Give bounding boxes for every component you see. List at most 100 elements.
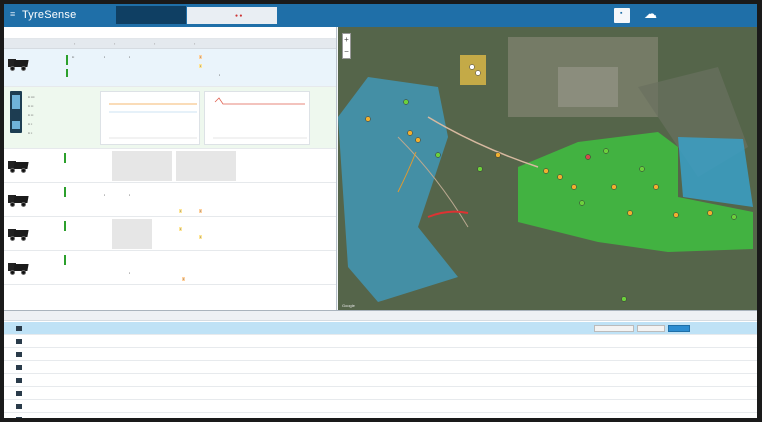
mine-map[interactable]: + − Google [338, 27, 757, 310]
acknowledge-button[interactable] [594, 325, 634, 332]
truck-marker [495, 152, 501, 158]
sensor-device-icon [10, 91, 22, 133]
truck-row[interactable]: ▪ ▪ [4, 217, 336, 251]
zoom-control: + − [342, 33, 351, 59]
tyre-cell-caution: ▪ [179, 209, 183, 213]
detail-label: ▪▪ ▪▪▪ [28, 95, 35, 99]
haul-truck-icon [8, 59, 29, 71]
info-button[interactable]: ▪ [614, 8, 630, 23]
section-header: ▪ ▪ ▪ ▪ [4, 39, 336, 49]
truck-marker [639, 166, 645, 172]
alert-dots: ● ● [235, 13, 243, 19]
detail-label: ▪▪ ▪ [28, 122, 33, 126]
tyre-cell: ▪ [104, 55, 106, 59]
detail-label: ▪▪ ▪ [28, 131, 33, 135]
cloud-icon[interactable]: ☁ [644, 7, 657, 21]
tyre-cell-caution: ▪ [179, 227, 183, 231]
truck-marker [673, 212, 679, 218]
view-button[interactable] [668, 325, 690, 332]
dismiss-button[interactable] [637, 325, 665, 332]
truck-row[interactable]: ▪ ▪ ▪ ▪ [4, 183, 336, 217]
row-type-icon [16, 404, 22, 409]
truck-marker [707, 210, 713, 216]
tyre-cell: ▪ [104, 193, 106, 197]
tyre-cell: ▪ [129, 271, 131, 275]
status-bar [64, 255, 66, 265]
truck-detail-panel: ▪▪ ▪▪▪ ▪▪ ▪▪ ▪▪ ▪▪ ▪▪ ▪ ▪▪ ▪ [4, 87, 336, 149]
haul-truck-icon [8, 229, 29, 241]
table-row[interactable] [4, 335, 757, 348]
no-data-box [176, 151, 236, 181]
truck-marker [557, 174, 563, 180]
tyre-cell: ▪ [219, 73, 221, 77]
table-row[interactable] [4, 322, 757, 335]
tyre-cell-warning: ▪ [199, 209, 203, 213]
truck-marker [627, 210, 633, 216]
tyre-cell-warning: ▪ [199, 55, 203, 59]
tyre-cell: ▪ [129, 193, 131, 197]
haul-truck-icon [8, 161, 29, 173]
truck-marker [475, 70, 481, 76]
status-bar [64, 187, 66, 197]
alerts-table [4, 310, 757, 418]
pit-area [558, 67, 618, 107]
brand-logo: TyreSense [22, 9, 77, 21]
panel-toolbar [4, 27, 336, 39]
row-type-icon [16, 339, 22, 344]
pressure-chart-card[interactable] [100, 91, 200, 145]
truck-row[interactable] [4, 149, 336, 183]
row-type-icon [16, 417, 22, 418]
zoom-out-button[interactable]: − [343, 46, 350, 58]
tyre-cell-caution: ▪ [199, 64, 203, 68]
row-type-icon [16, 378, 22, 383]
truck-row[interactable]: ▪▪ ▪ ▪ ▪ ▪ ▪ [4, 49, 336, 87]
table-row[interactable] [4, 400, 757, 413]
truck-marker [477, 166, 483, 172]
truck-marker [407, 130, 413, 136]
app-window: ≡ TyreSense ● ● ▪ ☁ ▪ ▪ ▪ ▪ ▪▪ ▪ ▪ ▪ ▪ ▪… [4, 4, 757, 418]
temperature-chart [213, 97, 307, 139]
tyre-cell-caution: ▪ [199, 235, 203, 239]
table-row[interactable] [4, 348, 757, 361]
zoom-in-button[interactable]: + [343, 34, 350, 46]
detail-label: ▪▪ ▪▪ [28, 113, 34, 117]
yellow-zone [460, 55, 486, 85]
status-bar [66, 55, 68, 65]
column-header: ▪ [194, 42, 196, 46]
tyre-cell: ▪▪ [72, 55, 75, 59]
menu-icon[interactable]: ≡ [10, 10, 15, 19]
temperature-line [214, 97, 305, 105]
satellite-map [338, 27, 757, 310]
truck-marker [435, 152, 441, 158]
row-type-icon [16, 326, 22, 331]
status-bar [64, 221, 66, 231]
truck-marker [585, 154, 591, 160]
table-row[interactable] [4, 387, 757, 400]
status-bar [66, 69, 68, 77]
detail-label: ▪▪ ▪▪ [28, 104, 34, 108]
table-row[interactable] [4, 413, 757, 418]
truck-marker [365, 116, 371, 122]
haul-truck-icon [8, 263, 29, 275]
truck-marker [579, 200, 585, 206]
truck-marker [603, 148, 609, 154]
table-row[interactable] [4, 374, 757, 387]
column-header: ▪ [114, 42, 116, 46]
truck-row[interactable]: ▪ ▪ [4, 251, 336, 285]
no-data-box [112, 151, 172, 181]
truck-marker [571, 184, 577, 190]
table-row[interactable] [4, 361, 757, 374]
haul-truck-icon [8, 195, 29, 207]
pressure-chart [109, 103, 197, 139]
no-data-box [112, 219, 152, 249]
tyre-cell: ▪ [129, 55, 131, 59]
truck-marker [403, 99, 409, 105]
info-icon: ▪ [620, 10, 623, 17]
column-header: ▪ [154, 42, 156, 46]
row-type-icon [16, 365, 22, 370]
truck-marker [611, 184, 617, 190]
temperature-chart-card[interactable] [204, 91, 310, 145]
top-header: ≡ TyreSense ● ● ▪ ☁ [4, 4, 757, 27]
truck-marker [469, 64, 475, 70]
alert-summary-badge[interactable]: ● ● [187, 7, 277, 24]
